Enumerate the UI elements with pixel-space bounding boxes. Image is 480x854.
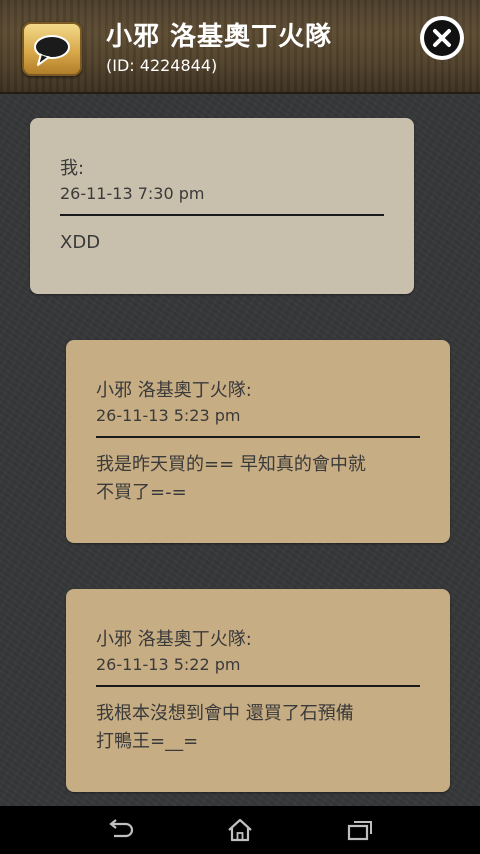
message-sender: 小邪 洛基奧丁火隊:	[96, 380, 252, 401]
message-bubble[interactable]: 小邪 洛基奧丁火隊: 26-11-13 5:23 pm 我是昨天買的== 早知真…	[66, 340, 450, 543]
message-time: 26-11-13 7:30 pm	[60, 184, 205, 203]
message-text: XDD	[60, 232, 101, 253]
message-divider	[60, 214, 384, 216]
contact-name: 小邪 洛基奧丁火隊	[106, 22, 333, 52]
message-divider	[96, 436, 420, 438]
system-navigation-bar	[0, 806, 480, 854]
message-time: 26-11-13 5:23 pm	[96, 406, 241, 425]
home-icon[interactable]	[225, 818, 255, 842]
message-time: 26-11-13 5:22 pm	[96, 655, 241, 674]
chat-header: 小邪 洛基奧丁火隊 (ID: 4224844)	[0, 0, 480, 94]
message-sender: 小邪 洛基奧丁火隊:	[96, 629, 252, 650]
message-bubble[interactable]: 小邪 洛基奧丁火隊: 26-11-13 5:22 pm 我根本沒想到會中 還買了…	[66, 589, 450, 792]
chat-bubble-icon	[22, 22, 82, 76]
message-divider	[96, 685, 420, 687]
message-text: 我根本沒想到會中 還買了石預備 打鴨王=__=	[96, 703, 354, 752]
close-button[interactable]	[420, 16, 464, 60]
message-sender: 我:	[60, 158, 85, 179]
back-icon[interactable]	[106, 818, 136, 842]
message-text: 我是昨天買的== 早知真的會中就 不買了=-=	[96, 454, 366, 503]
close-icon	[424, 20, 460, 56]
message-bubble[interactable]: 我: 26-11-13 7:30 pm XDD	[30, 118, 414, 294]
contact-id: (ID: 4224844)	[106, 56, 218, 75]
recent-apps-icon[interactable]	[345, 818, 375, 842]
message-list[interactable]: 我: 26-11-13 7:30 pm XDD 小邪 洛基奧丁火隊: 26-11…	[0, 94, 480, 806]
